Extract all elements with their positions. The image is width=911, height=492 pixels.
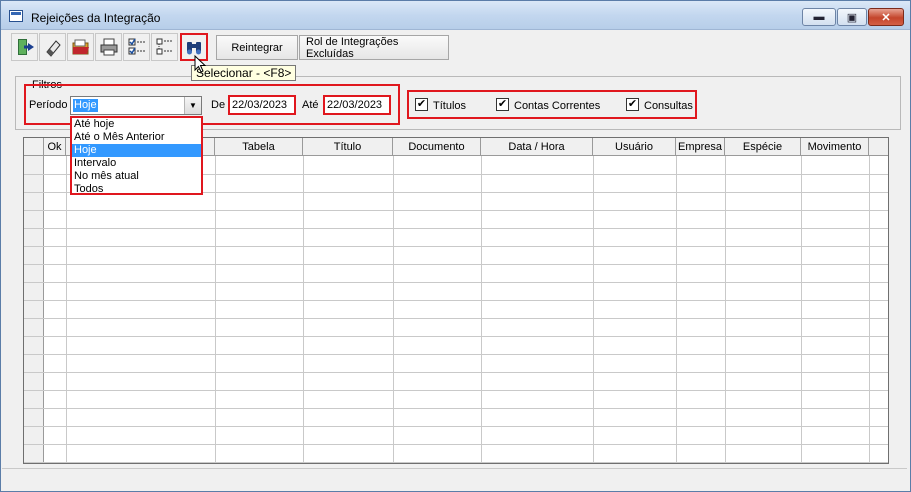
print-button[interactable] — [95, 33, 122, 61]
titulos-label: Títulos — [433, 100, 467, 112]
grid-row-line — [24, 462, 888, 463]
minimize-button[interactable]: ▬ — [802, 8, 836, 26]
de-date-field[interactable]: 22/03/2023 — [228, 95, 296, 115]
grid-row-line — [24, 282, 888, 283]
de-label: De — [211, 99, 226, 111]
grid-row-line — [24, 336, 888, 337]
grid-row-line — [24, 264, 888, 265]
grid-row-line — [24, 372, 888, 373]
mouse-cursor-icon — [194, 55, 206, 73]
grid-row-line — [24, 444, 888, 445]
periodo-value: Hoje — [73, 99, 98, 112]
exit-button[interactable] — [11, 33, 38, 61]
consultas-label: Consultas — [644, 100, 693, 112]
ate-date-field[interactable]: 22/03/2023 — [323, 95, 391, 115]
column-header-documento[interactable]: Documento — [393, 138, 481, 156]
periodo-label: Período — [29, 99, 68, 111]
column-header-movimento[interactable]: Movimento — [801, 138, 869, 156]
grid-row-line — [24, 210, 888, 211]
column-header-indicator — [24, 138, 44, 156]
option-ate-hoje[interactable]: Até hoje — [72, 118, 201, 131]
printer-icon — [100, 38, 117, 56]
window-title: Rejeições da Integração — [31, 11, 161, 25]
checkmark-icon: ✔ — [416, 98, 427, 110]
chevron-down-icon[interactable]: ▼ — [184, 97, 201, 114]
app-window-icon — [9, 10, 23, 22]
maximize-icon: ▣ — [846, 11, 858, 24]
grid-row-line — [24, 408, 888, 409]
checkmark-icon: ✔ — [497, 98, 508, 110]
ate-label: Até — [302, 99, 319, 111]
column-header-usuario[interactable]: Usuário — [593, 138, 676, 156]
minimize-icon: ▬ — [813, 11, 825, 23]
check-all-button[interactable] — [123, 33, 150, 61]
grid-row-line — [24, 390, 888, 391]
column-header-tabela[interactable]: Tabela — [215, 138, 303, 156]
row-indicator-column — [24, 156, 44, 463]
reintegrar-button[interactable]: Reintegrar — [216, 35, 298, 60]
column-header-empresa[interactable]: Empresa — [676, 138, 725, 156]
maximize-button[interactable]: ▣ — [837, 8, 867, 26]
status-bar — [2, 468, 907, 488]
grid-row-line — [24, 318, 888, 319]
option-intervalo[interactable]: Intervalo — [72, 157, 201, 170]
title-bar: Rejeições da Integração ▬ ▣ ✕ — [1, 1, 910, 30]
toolbar: Reintegrar Rol de Integrações Excluídas — [8, 33, 903, 63]
grid-row-line — [24, 426, 888, 427]
titulos-checkbox[interactable]: ✔ — [415, 98, 428, 111]
option-ate-mes-anterior[interactable]: Até o Mês Anterior — [72, 131, 201, 144]
grid-row-line — [24, 228, 888, 229]
close-button[interactable]: ✕ — [868, 8, 904, 26]
consultas-checkbox[interactable]: ✔ — [626, 98, 639, 111]
column-header-ok[interactable]: Ok — [44, 138, 66, 156]
periodo-select[interactable]: Hoje ▼ — [70, 96, 202, 115]
option-todos[interactable]: Todos — [72, 183, 201, 196]
eraser-icon — [45, 40, 61, 57]
open-button[interactable] — [67, 33, 94, 61]
periodo-dropdown-list: Até hoje Até o Mês Anterior Hoje Interva… — [70, 116, 203, 195]
tree-view-button[interactable] — [151, 33, 178, 61]
checklist-icon — [128, 38, 145, 55]
contas-correntes-label: Contas Correntes — [514, 100, 601, 112]
exit-door-icon — [17, 39, 34, 55]
grid-row-line — [24, 246, 888, 247]
grid-row-line — [24, 354, 888, 355]
column-header-end — [869, 138, 888, 156]
column-header-especie[interactable]: Espécie — [725, 138, 801, 156]
tree-list-icon — [156, 38, 173, 55]
clear-button[interactable] — [39, 33, 66, 61]
folder-open-icon — [72, 39, 89, 55]
grid-row-line — [24, 300, 888, 301]
binoculars-icon — [187, 42, 201, 55]
option-hoje[interactable]: Hoje — [72, 144, 201, 157]
rol-integracoes-excluidas-button[interactable]: Rol de Integrações Excluídas — [299, 35, 449, 60]
option-no-mes-atual[interactable]: No mês atual — [72, 170, 201, 183]
checkmark-icon: ✔ — [627, 98, 638, 110]
column-header-data-hora[interactable]: Data / Hora — [481, 138, 593, 156]
contas-correntes-checkbox[interactable]: ✔ — [496, 98, 509, 111]
tooltip: Selecionar - <F8> — [191, 65, 297, 81]
close-icon: ✕ — [881, 11, 891, 24]
column-header-titulo[interactable]: Título — [303, 138, 393, 156]
